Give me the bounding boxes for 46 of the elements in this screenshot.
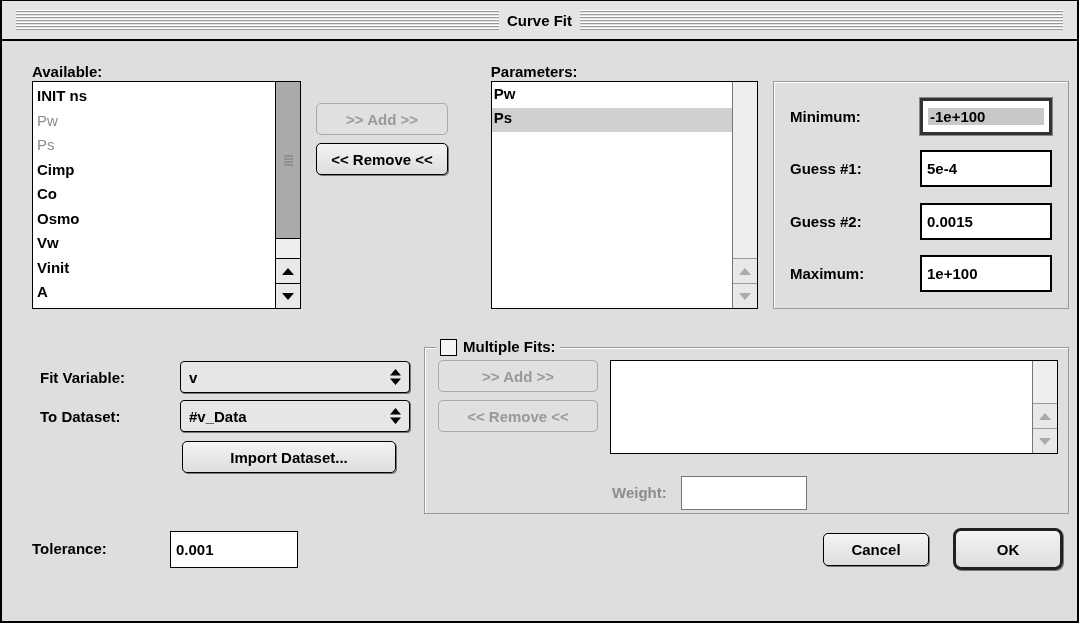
up-down-arrows-icon	[390, 369, 401, 385]
tolerance-field[interactable]: 0.001	[170, 530, 298, 568]
list-label: Available:	[32, 63, 103, 81]
popup-label: To Dataset:	[39, 407, 122, 425]
popup-menu[interactable]: v	[180, 361, 410, 393]
field-label: Guess #1:	[790, 160, 863, 178]
list-item[interactable]: INIT ns	[33, 84, 276, 109]
dialog-button[interactable]: OK	[953, 528, 1063, 570]
checkbox-label: Multiple Fits:	[463, 338, 556, 356]
list-item[interactable]: A	[33, 280, 276, 305]
list-item[interactable]: Vw	[33, 231, 276, 256]
list-item[interactable]: Co	[33, 182, 276, 207]
field-label: Tolerance:	[32, 540, 108, 558]
up-arrow-icon	[1039, 412, 1051, 420]
field-label: Guess #2:	[790, 212, 863, 230]
popup-menu[interactable]: #v_Data	[180, 400, 410, 432]
up-arrow-icon	[739, 267, 751, 275]
grip-icon	[283, 154, 293, 166]
down-arrow-icon	[282, 292, 295, 300]
up-arrow-icon	[282, 267, 295, 275]
input-field[interactable]: 0.0015	[920, 202, 1052, 240]
scrollbar[interactable]	[275, 82, 301, 308]
scroll-down-button[interactable]	[276, 283, 301, 308]
field-label: Weight:	[612, 484, 667, 502]
input-field[interactable]: 1e+100	[920, 255, 1052, 292]
popup-label: Fit Variable:	[39, 368, 127, 386]
transfer-button[interactable]: << Remove <<	[316, 143, 448, 175]
list-item[interactable]: Pw	[491, 84, 732, 108]
down-arrow-icon	[739, 292, 751, 300]
list-item[interactable]: Ps	[491, 108, 732, 132]
list-item[interactable]: Osmo	[33, 206, 276, 231]
list-item[interactable]: Cimp	[33, 157, 276, 182]
up-down-arrows-icon	[390, 408, 401, 424]
input-field[interactable]: -1e+100	[920, 98, 1052, 135]
down-arrow-icon	[1039, 437, 1051, 445]
checkbox[interactable]	[440, 338, 457, 356]
weight-field[interactable]	[680, 476, 807, 510]
field-label: Maximum:	[790, 265, 866, 282]
input-field[interactable]: 5e-4	[920, 150, 1052, 188]
dialog-button[interactable]: Cancel	[823, 532, 929, 566]
list-label: Parameters:	[490, 63, 578, 81]
list-item[interactable]: Vinit	[33, 255, 276, 280]
import-dataset-button[interactable]: Import Dataset...	[182, 441, 396, 473]
window-title: Curve Fit	[507, 11, 572, 29]
scroll-up-button[interactable]	[276, 258, 301, 283]
field-label: Minimum:	[790, 108, 862, 125]
